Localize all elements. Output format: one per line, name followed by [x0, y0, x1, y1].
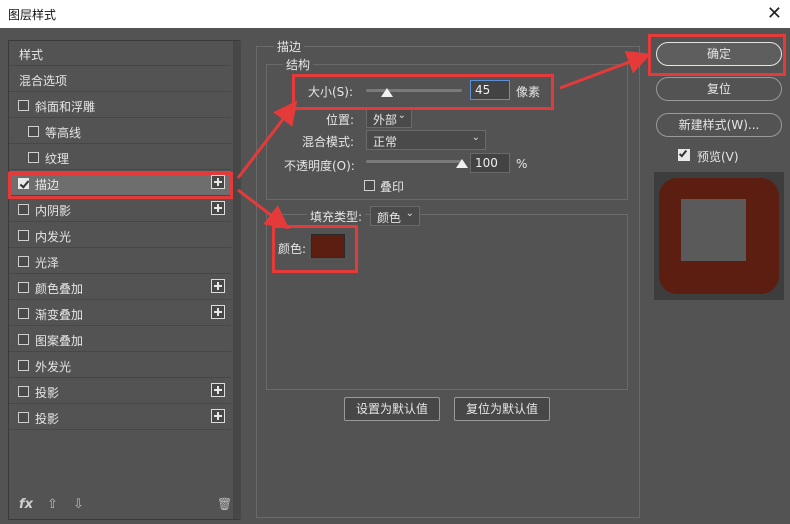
fx-icon[interactable]: fx [19, 497, 33, 512]
style-list-panel: 样式 混合选项 斜面和浮雕 等高线 纹理 描边 内阴影 内发光 光泽 颜色叠加 渐变叠加 图案叠加 外发… [8, 40, 241, 520]
style-item-label: 渐变叠加 [35, 308, 84, 322]
style-list-item[interactable]: 光泽 [9, 249, 231, 274]
style-list-item[interactable]: 等高线 [9, 119, 231, 144]
style-list-item[interactable]: 内发光 [9, 223, 231, 248]
size-highlight [292, 74, 554, 110]
move-down-icon[interactable]: ⇩ [73, 497, 84, 512]
style-list-item[interactable]: 纹理 [9, 145, 231, 170]
position-select[interactable]: 外部 ⌄ [366, 108, 412, 128]
style-item-label: 样式 [19, 48, 44, 62]
style-item-label: 光泽 [35, 256, 60, 270]
reset-default-button[interactable]: 复位为默认值 [454, 397, 550, 421]
blend-mode-label: 混合模式: [302, 135, 355, 149]
style-checkbox[interactable] [28, 152, 39, 163]
style-checkbox[interactable] [18, 308, 29, 319]
fill-type-label: 填充类型: [307, 208, 366, 225]
trash-icon[interactable]: 🗑 [217, 497, 232, 511]
preview-thumbnail [654, 172, 784, 300]
overprint-checkbox[interactable] [364, 180, 375, 191]
move-up-icon[interactable]: ⇧ [47, 497, 58, 512]
reset-button[interactable]: 复位 [656, 77, 782, 101]
style-checkbox[interactable] [18, 334, 29, 345]
opacity-slider-thumb[interactable] [456, 159, 468, 168]
style-checkbox[interactable] [18, 412, 29, 423]
stroke-item-highlight [8, 172, 233, 199]
style-item-label: 内发光 [35, 230, 72, 244]
fill-type-value: 颜色 [377, 211, 402, 225]
preview-label: 预览(V) [697, 150, 739, 164]
opacity-input[interactable]: 100 [470, 153, 510, 173]
style-item-label: 纹理 [45, 152, 70, 166]
window-title: 图层样式 [8, 8, 57, 22]
style-item-label: 斜面和浮雕 [35, 100, 96, 114]
style-list-item[interactable]: 斜面和浮雕 [9, 93, 231, 118]
structure-title: 结构 [283, 56, 314, 73]
position-label: 位置: [326, 113, 355, 127]
color-highlight [272, 225, 358, 273]
style-item-label: 内阴影 [35, 204, 72, 218]
chevron-down-icon: ⌄ [471, 132, 480, 143]
preview-checkbox[interactable] [678, 148, 690, 161]
style-checkbox[interactable] [18, 100, 29, 111]
style-item-label: 等高线 [45, 126, 82, 140]
style-item-label: 投影 [35, 412, 60, 426]
style-list-item[interactable]: 投影 [9, 379, 231, 404]
style-checkbox[interactable] [18, 386, 29, 397]
style-checkbox[interactable] [18, 360, 29, 371]
ok-button-highlight [648, 34, 786, 76]
stroke-section-title: 描边 [274, 38, 305, 55]
style-checkbox[interactable] [18, 282, 29, 293]
style-checkbox[interactable] [18, 230, 29, 241]
style-item-label: 图案叠加 [35, 334, 84, 348]
style-list-item[interactable]: 图案叠加 [9, 327, 231, 352]
opacity-label: 不透明度(O): [284, 159, 355, 173]
new-style-button[interactable]: 新建样式(W)... [656, 113, 782, 137]
style-checkbox[interactable] [18, 256, 29, 267]
style-item-label: 颜色叠加 [35, 282, 84, 296]
style-checkbox[interactable] [18, 204, 29, 215]
style-item-label: 投影 [35, 386, 60, 400]
add-icon[interactable] [211, 201, 225, 215]
style-item-label: 外发光 [35, 360, 72, 374]
add-icon[interactable] [211, 383, 225, 397]
style-list-item[interactable]: 外发光 [9, 353, 231, 378]
fill-type-select[interactable]: 颜色 ⌄ [370, 206, 420, 226]
blend-mode-value: 正常 [373, 135, 398, 149]
preview-layer [681, 199, 746, 261]
style-list-footer: fx ⇧ ⇩ 🗑 [9, 493, 232, 519]
scrollbar[interactable] [233, 41, 241, 519]
style-item-label: 混合选项 [19, 74, 68, 88]
set-default-button[interactable]: 设置为默认值 [344, 397, 440, 421]
close-icon[interactable]: ✕ [767, 3, 782, 24]
opacity-unit: % [516, 157, 528, 171]
style-list-item[interactable]: 混合选项 [9, 67, 231, 92]
overprint-label: 叠印 [380, 180, 405, 194]
chevron-down-icon: ⌄ [405, 208, 414, 219]
style-list-item[interactable]: 投影 [9, 405, 231, 430]
add-icon[interactable] [211, 409, 225, 423]
style-checkbox[interactable] [28, 126, 39, 137]
style-list-item[interactable]: 内阴影 [9, 197, 231, 222]
style-list-item[interactable]: 渐变叠加 [9, 301, 231, 326]
title-bar: 图层样式 ✕ [0, 0, 790, 28]
position-value: 外部 [373, 113, 398, 127]
add-icon[interactable] [211, 279, 225, 293]
opacity-slider[interactable] [366, 160, 462, 163]
blend-mode-select[interactable]: 正常 ⌄ [366, 130, 486, 150]
style-list-item[interactable]: 样式 [9, 41, 231, 66]
add-icon[interactable] [211, 305, 225, 319]
style-list-item[interactable]: 颜色叠加 [9, 275, 231, 300]
chevron-down-icon: ⌄ [397, 110, 406, 121]
